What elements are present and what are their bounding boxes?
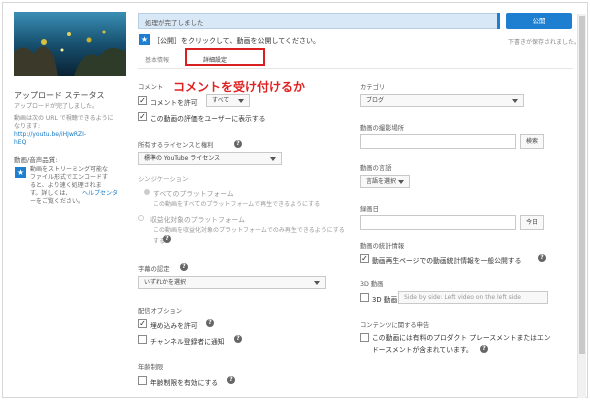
distribution-label: 配信オプション xyxy=(138,308,183,315)
status-message: 処理が完了しました xyxy=(145,19,204,27)
show-ratings-label: この動画の評価をユーザーに表示する xyxy=(150,115,266,123)
location-search-button[interactable]: 検索 xyxy=(520,134,544,149)
syndication-monetized-radio[interactable] xyxy=(138,215,144,221)
help-icon[interactable]: ? xyxy=(234,335,242,343)
help-icon[interactable]: ? xyxy=(227,376,235,384)
publish-instruction: ［公開］をクリックして、動画を公開してください。 xyxy=(153,37,321,45)
license-select-value: 標準の YouTube ライセンス xyxy=(144,155,221,162)
today-button[interactable]: 今日 xyxy=(520,215,544,230)
captions-select[interactable]: いずれかを選択 xyxy=(138,276,326,289)
category-select[interactable]: ブログ xyxy=(360,94,524,107)
stats-public-checkbox[interactable]: ✓ xyxy=(360,254,369,263)
chevron-down-icon xyxy=(314,281,320,285)
video-3d-select[interactable]: Side by side: Left video on the left sid… xyxy=(398,291,548,304)
upload-status-title: アップロード ステータス xyxy=(14,91,105,100)
age-restriction-checkbox-label: 年齢制限を有効にする xyxy=(150,379,219,387)
age-restriction-checkbox[interactable] xyxy=(138,376,147,385)
captions-select-value: いずれかを選択 xyxy=(144,279,187,286)
draft-saved-text: 下書きが保存されました。 xyxy=(508,39,581,46)
help-icon[interactable]: ? xyxy=(180,263,188,271)
notify-subscribers-checkbox[interactable] xyxy=(138,335,147,344)
video-thumbnail xyxy=(14,12,126,76)
category-label: カテゴリ xyxy=(360,84,386,91)
chevron-down-icon xyxy=(398,180,404,184)
publish-button[interactable]: 公開 xyxy=(506,13,572,29)
video-3d-select-value: Side by side: Left video on the left sid… xyxy=(404,294,521,301)
syndication-monetized-label: 収益化対象のプラットフォーム xyxy=(150,216,245,224)
audio-section-title: 動画/音声品質: xyxy=(14,156,58,164)
recording-date-label: 録画日 xyxy=(360,206,379,213)
category-select-value: ブログ xyxy=(366,97,385,104)
scrollbar-thumb[interactable] xyxy=(579,16,585,354)
syndication-label: シンジケーション xyxy=(138,176,189,183)
help-icon[interactable]: ? xyxy=(234,140,242,148)
help-icon[interactable]: ? xyxy=(480,345,488,353)
show-ratings-checkbox[interactable]: ✓ xyxy=(138,112,147,121)
status-bar-accent xyxy=(497,13,500,29)
comments-select-value: すべて xyxy=(212,97,230,104)
license-select[interactable]: 標準の YouTube ライセンス xyxy=(138,152,282,165)
location-label: 動画の撮影場所 xyxy=(360,125,405,132)
star-icon: ★ xyxy=(15,167,26,178)
upload-status-text: アップロードが完了しました。 xyxy=(14,103,99,110)
chevron-down-icon xyxy=(238,99,244,103)
url-note: 動画は次の URL で視聴できるように なります: xyxy=(14,115,114,130)
chevron-down-icon xyxy=(512,99,518,103)
allow-comments-label: コメントを許可 xyxy=(150,99,198,107)
tab-divider xyxy=(138,68,573,69)
help-icon[interactable]: ? xyxy=(206,319,214,327)
comments-select[interactable]: すべて xyxy=(206,94,250,107)
language-select-value: 言語を選択 xyxy=(366,178,397,185)
tab-highlight-box xyxy=(185,48,265,66)
help-icon[interactable]: ? xyxy=(163,235,171,243)
help-center-link[interactable]: ヘルプセンタ xyxy=(82,190,118,198)
content-declaration-checkbox[interactable] xyxy=(360,333,369,342)
location-input[interactable] xyxy=(360,134,516,149)
captions-label: 字幕の認定 xyxy=(138,266,170,273)
chevron-down-icon xyxy=(270,157,276,161)
recording-date-input[interactable] xyxy=(360,215,516,230)
audio-note-end: ーをご覧ください。 xyxy=(30,198,85,205)
syndication-all-sub: この動画をすべてのプラットフォームで再生できるようにする xyxy=(153,201,321,208)
stats-public-label: 動画再生ページでの動画統計情報を一般公開する xyxy=(372,257,522,265)
video-3d-checkbox[interactable] xyxy=(360,293,369,302)
video-url-link[interactable]: http://youtu.be/iHJwRZI- hEQ xyxy=(14,131,126,147)
age-restriction-label: 年齢制限 xyxy=(138,364,164,371)
syndication-all-radio[interactable] xyxy=(144,189,150,195)
allow-embedding-label: 埋め込みを許可 xyxy=(150,322,198,330)
comments-label: コメント xyxy=(138,84,164,91)
content-declaration-text: この動画には有料のプロダクト プレースメントまたはエン ドースメントが含まれてい… xyxy=(372,334,551,354)
syndication-all-label: すべてのプラットフォーム xyxy=(153,190,234,198)
language-select[interactable]: 言語を選択 xyxy=(360,175,410,188)
help-icon[interactable]: ? xyxy=(538,254,546,262)
status-bar: 処理が完了しました xyxy=(138,13,500,29)
allow-comments-checkbox[interactable]: ✓ xyxy=(138,96,147,105)
allow-embedding-checkbox[interactable]: ✓ xyxy=(138,319,147,328)
scrollbar[interactable] xyxy=(577,14,586,398)
video-3d-checkbox-label: 3D 動画 xyxy=(372,296,398,304)
video-stats-label: 動画の統計情報 xyxy=(360,243,405,250)
tab-basic-info[interactable]: 基本情報 xyxy=(145,55,169,64)
video-3d-label: 3D 動画 xyxy=(360,281,384,288)
content-declaration-label: コンテンツに関する申告 xyxy=(360,322,430,329)
annotation-caption: コメントを受け付けるか xyxy=(173,80,306,94)
language-label: 動画の言語 xyxy=(360,165,392,172)
license-label: 所有するライセンスと権利 xyxy=(138,142,214,149)
notify-subscribers-label: チャンネル登録者に通知 xyxy=(150,338,225,346)
star-icon: ★ xyxy=(139,34,150,45)
syndication-monetized-sub: この動画を収益化対象のプラットフォームでのみ再生できるようにする xyxy=(153,227,345,234)
